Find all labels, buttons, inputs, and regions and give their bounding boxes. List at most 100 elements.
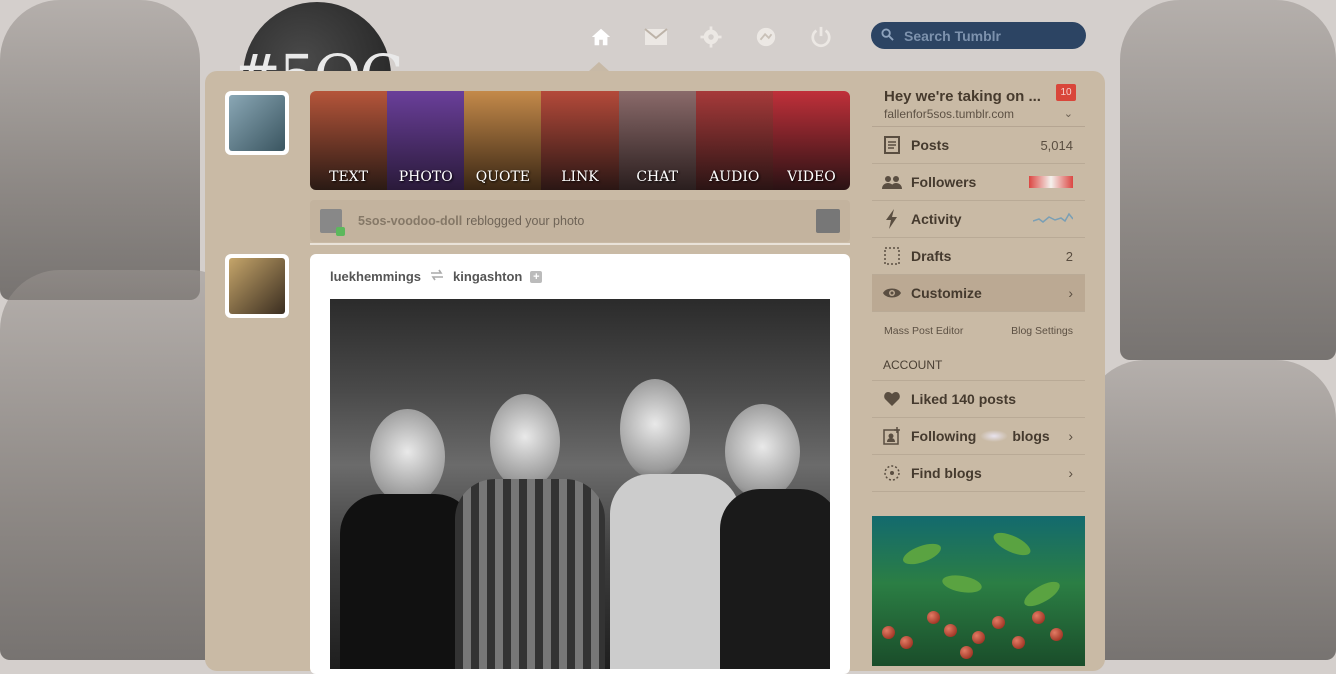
sidebar-item-customize[interactable]: Customize › xyxy=(872,275,1085,312)
post-type-photo[interactable]: PHOTO xyxy=(387,91,465,190)
post-type-quote[interactable]: QUOTE xyxy=(464,91,542,190)
sidebar-item-liked[interactable]: Liked 140 posts xyxy=(872,381,1085,418)
sidebar-item-activity[interactable]: Activity xyxy=(872,201,1085,238)
photo-person xyxy=(490,394,560,489)
sidebar-item-followers[interactable]: Followers xyxy=(872,164,1085,201)
divider xyxy=(310,243,850,245)
chevron-right-icon: › xyxy=(1068,285,1073,301)
image-leaf xyxy=(940,572,984,596)
notification-text: reblogged your photo xyxy=(466,214,585,228)
image-cherry xyxy=(882,626,895,639)
sidebar-item-following[interactable]: Following blogs › xyxy=(872,418,1085,455)
users-icon xyxy=(882,175,902,189)
blog-title[interactable]: Hey we're taking on ... xyxy=(884,88,1041,105)
top-navigation xyxy=(586,22,836,52)
sidebar-item-label: blogs xyxy=(1012,428,1050,444)
eye-icon xyxy=(882,287,902,299)
followers-scribble xyxy=(1029,176,1073,188)
sidebar-item-label: Liked 140 posts xyxy=(911,391,1017,407)
image-cherry xyxy=(944,624,957,637)
chevron-down-icon[interactable]: ⌄ xyxy=(1064,107,1073,120)
post-type-video[interactable]: VIDEO xyxy=(772,91,850,190)
photo-person xyxy=(620,379,690,479)
mass-post-editor-link[interactable]: Mass Post Editor xyxy=(884,325,963,337)
compass-icon xyxy=(882,464,902,482)
photo-person xyxy=(370,409,445,504)
post-author[interactable]: luekhemmings xyxy=(330,269,421,284)
image-leaf xyxy=(1020,577,1064,611)
post-type-label: LINK xyxy=(561,169,599,185)
sidebar-item-label: Find blogs xyxy=(911,465,982,481)
post-type-label: VIDEO xyxy=(787,169,836,185)
document-icon xyxy=(882,136,902,154)
search-input[interactable] xyxy=(902,26,1076,45)
image-cherry xyxy=(1050,628,1063,641)
sidebar-item-drafts[interactable]: Drafts 2 xyxy=(872,238,1085,275)
background-photo-right-bottom xyxy=(1085,360,1336,660)
sidebar-item-label: Customize xyxy=(911,285,982,301)
user-avatar[interactable] xyxy=(225,91,289,155)
sidebar-item-posts[interactable]: Posts 5,014 xyxy=(872,127,1085,164)
post-type-label: PHOTO xyxy=(398,169,453,185)
image-cherry xyxy=(927,611,940,624)
post-type-chat[interactable]: CHAT xyxy=(618,91,696,190)
post-type-label: TEXT xyxy=(329,169,368,185)
image-cherry xyxy=(972,631,985,644)
chevron-right-icon: › xyxy=(1068,465,1073,481)
blog-sidebar: Hey we're taking on ... fallenfor5sos.tu… xyxy=(872,76,1085,492)
image-cherry xyxy=(960,646,973,659)
sidebar-item-find-blogs[interactable]: Find blogs › xyxy=(872,455,1085,492)
image-cherry xyxy=(1032,611,1045,624)
blog-settings-link[interactable]: Blog Settings xyxy=(1011,325,1073,337)
power-icon[interactable] xyxy=(806,22,836,52)
post-author-avatar[interactable] xyxy=(225,254,289,318)
notification-photo-thumbnail[interactable] xyxy=(816,209,840,233)
follow-plus-icon[interactable]: + xyxy=(530,270,543,283)
post-type-link[interactable]: LINK xyxy=(541,91,619,190)
gear-icon[interactable] xyxy=(696,22,726,52)
account-section-header: ACCOUNT xyxy=(872,350,1085,381)
post-type-label: QUOTE xyxy=(475,169,530,185)
blog-url[interactable]: fallenfor5sos.tumblr.com xyxy=(884,107,1014,121)
background-photo-left-top xyxy=(0,0,200,300)
image-cherry xyxy=(992,616,1005,629)
notification-avatar[interactable] xyxy=(320,209,345,236)
post-type-label: AUDIO xyxy=(709,169,760,185)
post-type-text[interactable]: TEXT xyxy=(310,91,388,190)
help-icon[interactable] xyxy=(751,22,781,52)
sidebar-item-label: Activity xyxy=(911,211,962,227)
image-leaf xyxy=(900,539,944,569)
lightning-icon xyxy=(882,209,902,229)
envelope-icon[interactable] xyxy=(641,22,671,52)
photo-person-body xyxy=(455,479,605,669)
drafts-icon xyxy=(882,247,902,265)
sidebar-item-label: Following xyxy=(911,428,977,444)
post-card: luekhemmings kingashton + xyxy=(310,254,850,674)
drafts-count: 2 xyxy=(1065,248,1073,264)
notification-user[interactable]: 5sos-voodoo-doll xyxy=(358,214,462,228)
notification-item[interactable]: 5sos-voodoo-doll reblogged your photo xyxy=(310,200,850,242)
post-photo[interactable] xyxy=(330,299,830,669)
image-cherry xyxy=(900,636,913,649)
chevron-right-icon: › xyxy=(1068,428,1073,444)
active-nav-indicator xyxy=(589,62,609,71)
search-bar[interactable] xyxy=(871,22,1086,49)
activity-sparkline xyxy=(1032,211,1074,228)
add-user-icon xyxy=(882,427,902,445)
search-icon xyxy=(881,27,894,44)
posts-count: 5,014 xyxy=(1040,137,1073,153)
background-photo-right-top xyxy=(1120,0,1336,360)
sidebar-item-label: Followers xyxy=(911,174,977,190)
home-icon[interactable] xyxy=(586,22,616,52)
sidebar-item-label: Posts xyxy=(911,137,950,153)
post-type-audio[interactable]: AUDIO xyxy=(695,91,773,190)
heart-icon xyxy=(882,392,902,406)
reblogged-from[interactable]: kingashton xyxy=(453,269,522,284)
sidebar-item-label: Drafts xyxy=(911,248,952,264)
following-count-scribble xyxy=(980,430,1009,442)
image-leaf xyxy=(990,528,1034,560)
blog-header[interactable]: Hey we're taking on ... fallenfor5sos.tu… xyxy=(872,76,1085,127)
post-type-label: CHAT xyxy=(636,169,678,185)
sidebar-ad-image[interactable] xyxy=(872,516,1085,666)
image-cherry xyxy=(1012,636,1025,649)
